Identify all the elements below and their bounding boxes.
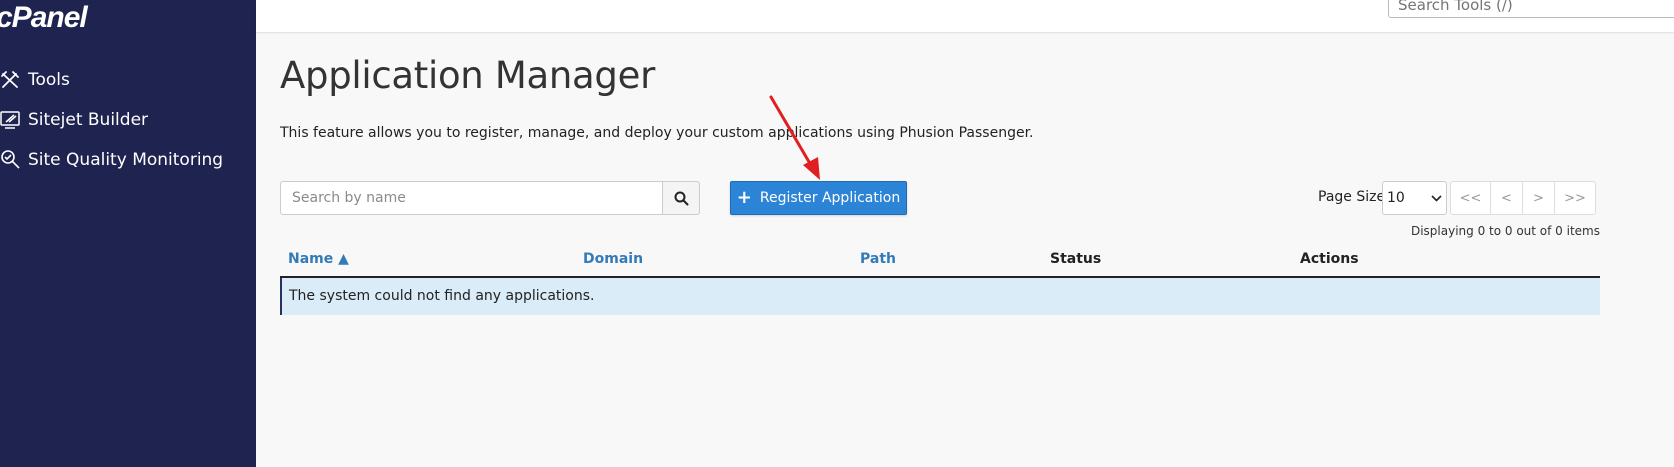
column-header-path[interactable]: Path — [860, 251, 896, 267]
empty-table-message: The system could not find any applicatio… — [280, 278, 1600, 315]
pagination: << < > >> — [1450, 181, 1596, 215]
sidebar-item-sitejet-builder[interactable]: Sitejet Builder — [0, 108, 148, 132]
page-size-label: Page Size — [1318, 189, 1386, 205]
page-description: This feature allows you to register, man… — [280, 125, 1034, 141]
plus-icon: + — [736, 187, 752, 208]
register-application-button[interactable]: + Register Application — [730, 181, 907, 215]
sidebar-item-site-quality-monitoring[interactable]: Site Quality Monitoring — [0, 148, 223, 172]
sidebar-item-label: Tools — [28, 70, 70, 90]
column-header-status: Status — [1050, 251, 1102, 267]
app-search-group — [280, 181, 700, 215]
search-input[interactable] — [280, 181, 662, 215]
sidebar: cPanel Tools Sitejet Builder Site Qualit… — [0, 0, 256, 467]
page-title: Application Manager — [280, 54, 655, 97]
displaying-count: Displaying 0 to 0 out of 0 items — [1410, 224, 1600, 238]
search-icon — [674, 191, 688, 205]
chevron-down-icon — [1431, 194, 1442, 202]
last-page-button[interactable]: >> — [1555, 182, 1595, 214]
column-header-domain[interactable]: Domain — [583, 251, 643, 267]
tools-icon — [0, 68, 28, 92]
sidebar-item-label: Site Quality Monitoring — [28, 150, 224, 170]
previous-page-button[interactable]: < — [1491, 182, 1523, 214]
sidebar-item-label: Sitejet Builder — [28, 110, 149, 130]
column-header-actions: Actions — [1300, 251, 1359, 267]
page-size-select[interactable]: 10 — [1382, 181, 1447, 215]
next-page-button[interactable]: > — [1523, 182, 1555, 214]
cpanel-logo[interactable]: cPanel — [0, 0, 88, 36]
sitejet-icon — [0, 108, 28, 132]
sidebar-item-tools[interactable]: Tools — [0, 68, 70, 92]
register-application-label: Register Application — [759, 190, 901, 206]
site-quality-icon — [0, 148, 28, 172]
page-size-value: 10 — [1387, 190, 1405, 206]
search-tools-input[interactable] — [1388, 0, 1674, 18]
first-page-button[interactable]: << — [1451, 182, 1491, 214]
column-header-name[interactable]: Name ▲ — [288, 251, 349, 267]
search-button[interactable] — [662, 181, 700, 215]
